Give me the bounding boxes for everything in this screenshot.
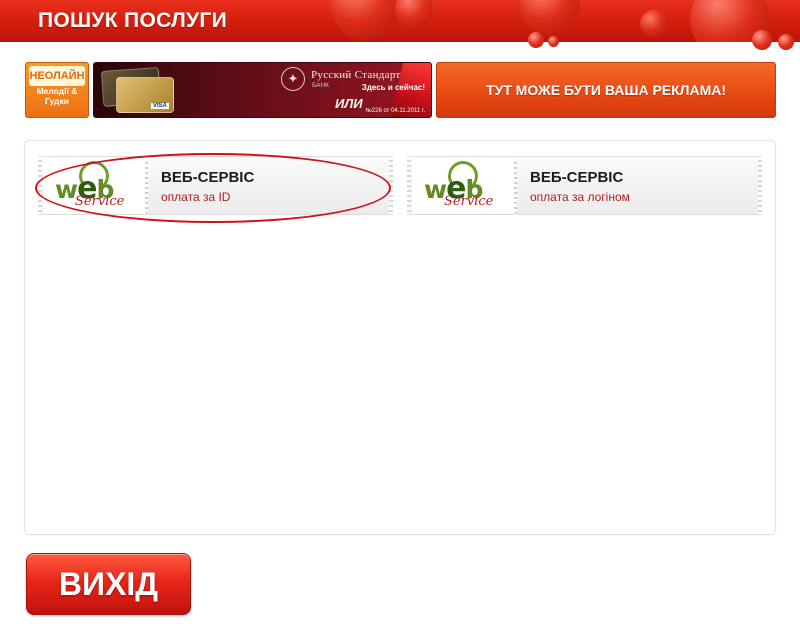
service-subtitle: оплата за логіном [530,190,630,204]
decor-bubble [528,32,544,48]
logo-script: Service [444,194,494,209]
tile-divider [145,159,148,213]
neoline-caption: Мелодії & Гудки [36,86,78,106]
service-tile-web-service-id[interactable]: web Service ВЕБ-СЕРВІС оплата за ID [35,153,393,223]
page-header: ПОШУК ПОСЛУГИ [0,0,800,42]
tile-edge [389,157,393,214]
neoline-logo: НЕОЛАЙН [29,66,85,86]
service-tile-web-service-login[interactable]: web Service ВЕБ-СЕРВІС оплата за логіном [407,156,762,215]
exit-button[interactable]: ВИХІД [26,553,191,615]
decor-bubble [330,0,400,40]
logo-script: Service [75,194,125,209]
ad-placeholder-banner[interactable]: ТУТ МОЖЕ БУТИ ВАША РЕКЛАМА! [436,62,776,118]
promo-fine-print: №226 от 04.11.2011 г. [365,108,425,114]
decor-bubble [548,36,559,47]
rsb-ad-banner[interactable]: VISA ✦ Русский Стандарт БАНК ИЛИ Здесь и… [93,62,432,118]
tile-edge [407,157,411,214]
service-title: ВЕБ-СЕРВІС [530,169,624,186]
visa-logo: VISA [150,103,169,109]
service-logo-area: web Service [412,157,514,214]
bank-name: Русский Стандарт [311,69,401,81]
tile-divider [514,159,517,213]
service-logo-area: web Service [43,157,145,214]
decor-bubble [752,30,772,50]
web-service-logo: web Service [55,158,139,211]
or-text: ИЛИ [335,96,363,111]
service-subtitle: оплата за ID [161,190,231,204]
bank-subtitle: БАНК [312,82,329,89]
decor-bubble [395,0,433,28]
credit-card-image: VISA [116,77,174,113]
decor-bubble [640,10,668,38]
bank-emblem-icon: ✦ [281,67,305,91]
web-service-logo: web Service [424,158,508,211]
decor-bubble [520,0,580,35]
service-title: ВЕБ-СЕРВІС [161,169,255,186]
promo-text: Здесь и сейчас! [361,83,425,92]
page-title: ПОШУК ПОСЛУГИ [38,9,228,32]
decor-bubble [778,34,794,50]
neoline-banner[interactable]: НЕОЛАЙН Мелодії & Гудки [25,62,89,118]
tile-edge [758,157,762,214]
tile-edge [38,157,42,214]
